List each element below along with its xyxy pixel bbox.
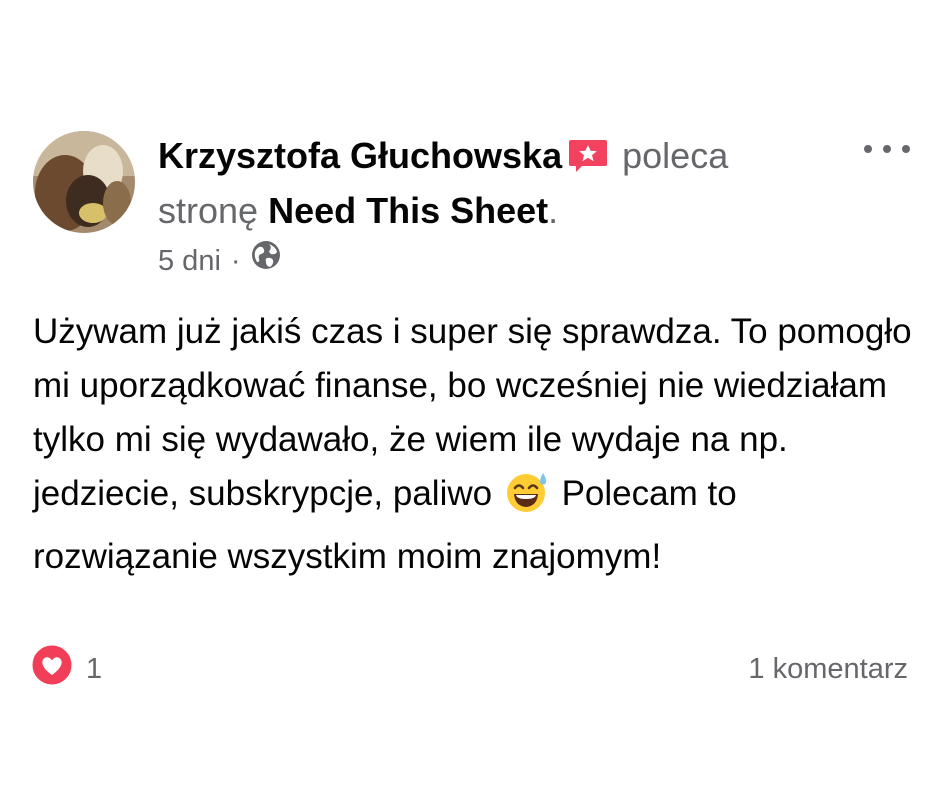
recommend-verb: poleca: [622, 135, 729, 176]
reactions[interactable]: 1: [30, 643, 103, 695]
meta-separator: ·: [230, 245, 241, 277]
smiling-face-with-sweat-emoji: [505, 470, 549, 530]
author-avatar[interactable]: [33, 131, 135, 233]
post-meta: 5 dni ·: [158, 238, 281, 284]
comments-link[interactable]: 1 komentarz: [748, 646, 908, 692]
globe-icon: [251, 238, 281, 284]
author-name[interactable]: Krzysztofa Głuchowska: [158, 135, 562, 176]
header-period: .: [548, 190, 559, 231]
page-prefix: stronę: [158, 190, 259, 231]
post-timestamp[interactable]: 5 dni: [158, 238, 221, 284]
reaction-count: 1: [86, 652, 103, 685]
recommend-star-icon: [568, 137, 608, 186]
more-options-icon[interactable]: [858, 134, 918, 164]
post-body: Używam już jakiś czas i super się sprawd…: [33, 305, 918, 584]
post-header: Krzysztofa Głuchowska poleca stronę Need…: [158, 131, 838, 235]
heart-reaction-icon: [30, 643, 74, 695]
post-text-part1: Używam już jakiś czas i super się sprawd…: [33, 312, 912, 513]
page-name-link[interactable]: Need This Sheet: [268, 190, 548, 231]
